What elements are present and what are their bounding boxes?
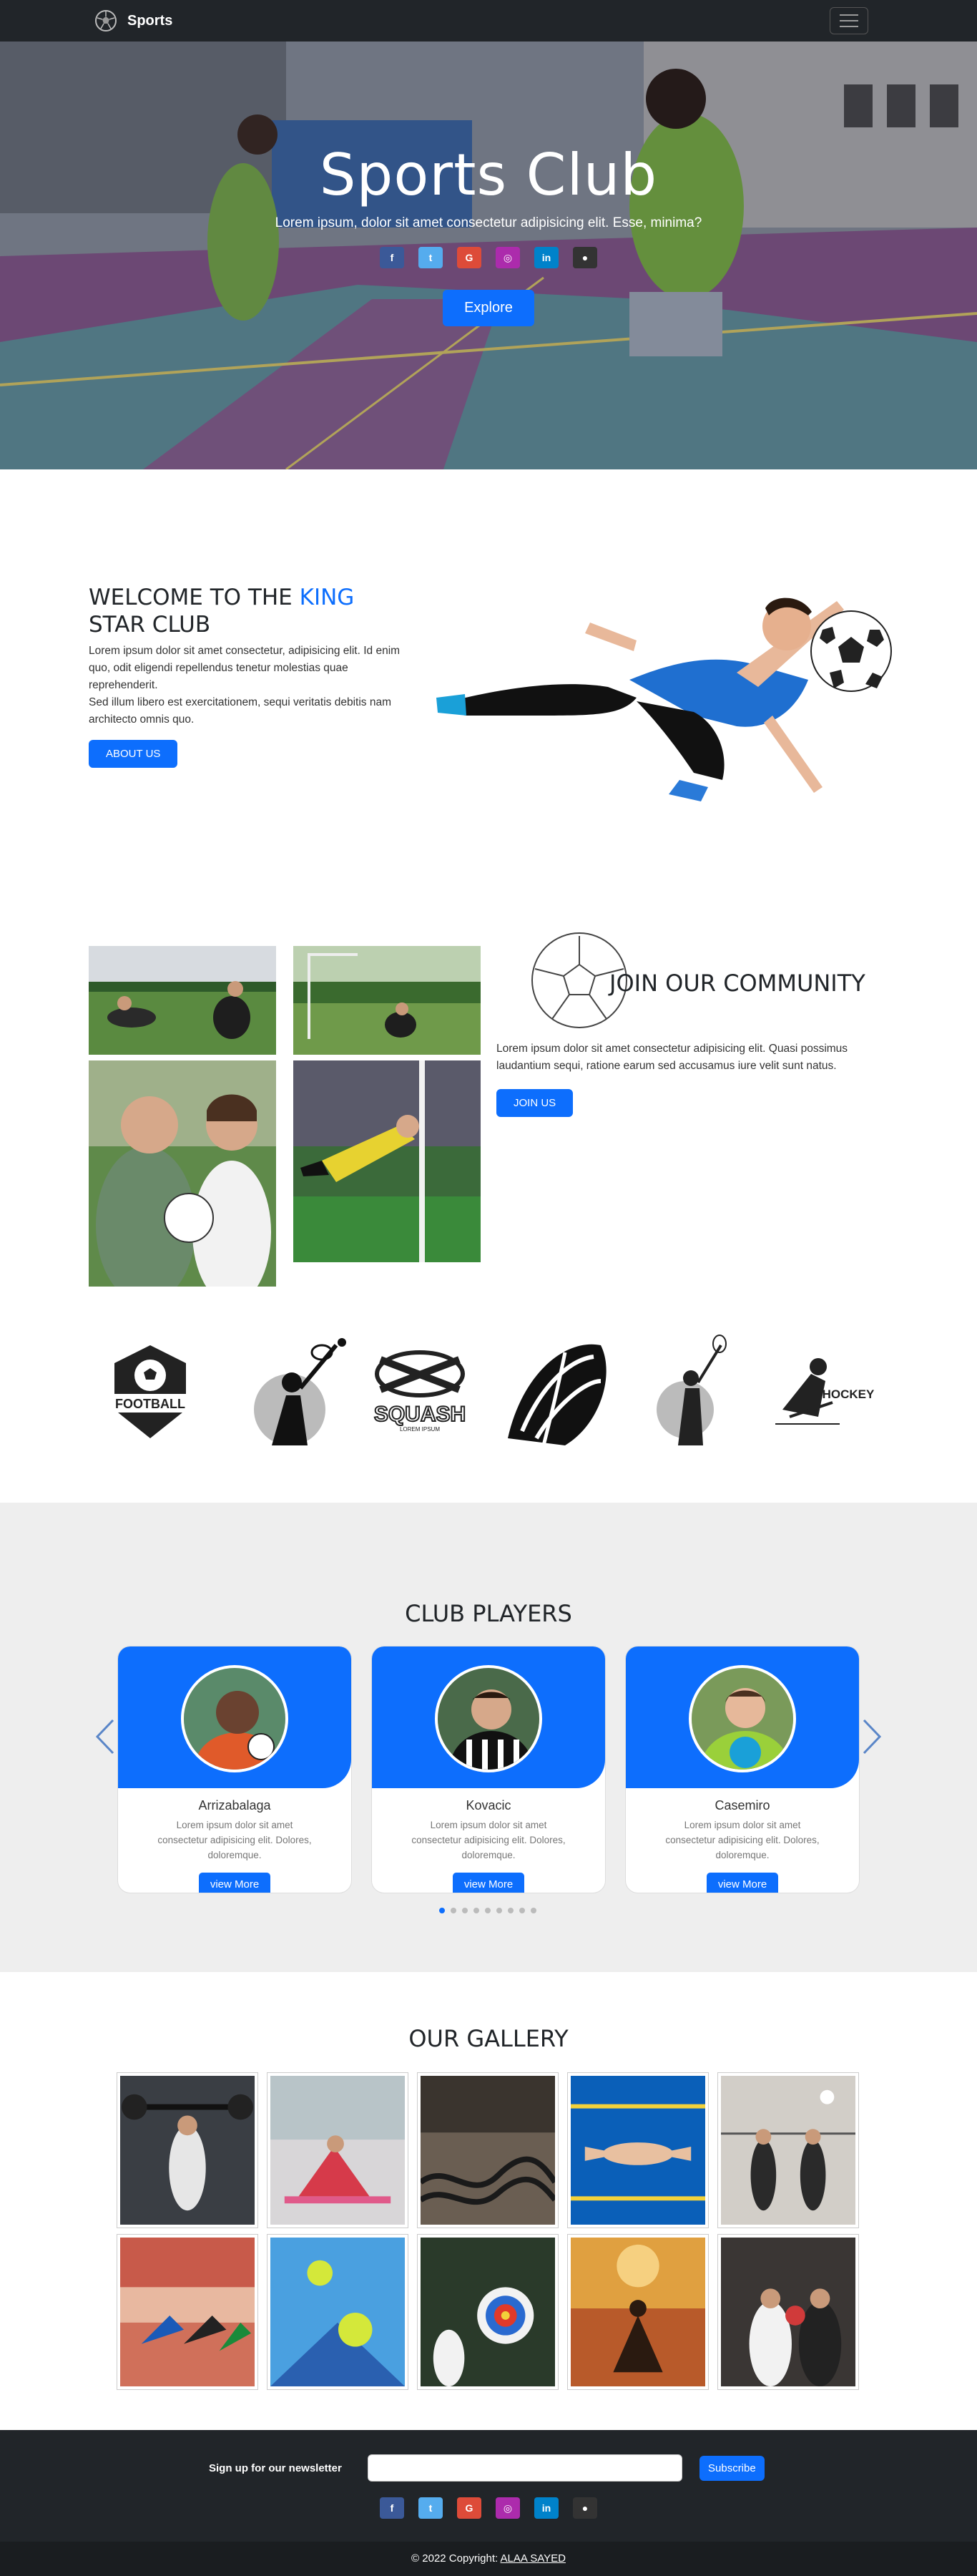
gallery-title: OUR GALLERY xyxy=(408,2025,569,2052)
gallery-image-weightlifting[interactable] xyxy=(117,2072,258,2228)
copyright-link[interactable]: ALAA SAYED xyxy=(501,2552,566,2565)
hero-subtitle: Lorem ipsum, dolor sit amet consectetur … xyxy=(275,215,702,230)
footer-social-row: f t G ◎ in ● xyxy=(0,2497,977,2519)
gallery-image-volleyball[interactable] xyxy=(717,2072,859,2228)
welcome-title-accent: KING xyxy=(299,585,355,610)
facebook-icon[interactable]: f xyxy=(380,2497,404,2519)
twitter-icon[interactable]: t xyxy=(418,2497,443,2519)
facebook-icon[interactable]: f xyxy=(380,247,404,268)
community-photo-coach xyxy=(89,1060,276,1287)
newsletter-label: Sign up for our newsletter xyxy=(209,2462,342,2474)
community-section: JOIN OUR COMMUNITY Lorem ipsum dolor sit… xyxy=(496,930,883,1117)
hero-section: Sports Club Lorem ipsum, dolor sit amet … xyxy=(0,42,977,469)
gallery-image-battle-ropes[interactable] xyxy=(417,2072,559,2228)
player-photo xyxy=(181,1665,288,1772)
linkedin-icon[interactable]: in xyxy=(534,2497,559,2519)
player-description: Lorem ipsum dolor sit amet consectetur a… xyxy=(665,1820,820,1860)
gallery-image-boxing[interactable] xyxy=(717,2234,859,2390)
view-more-button[interactable]: view More xyxy=(198,1873,271,1893)
carousel-dot[interactable] xyxy=(485,1908,491,1913)
hockey-logo: HOCKEY xyxy=(775,1358,875,1425)
player-photo xyxy=(689,1665,796,1772)
player-card-arrizabalaga: Arrizabalaga Lorem ipsum dolor sit amet … xyxy=(117,1646,352,1893)
welcome-paragraph-1: Lorem ipsum dolor sit amet consectetur, … xyxy=(89,645,401,691)
welcome-paragraph-2: Sed illum libero est exercitationem, seq… xyxy=(89,696,391,726)
player-name: Casemiro xyxy=(715,1798,770,1813)
player-card-casemiro: Casemiro Lorem ipsum dolor sit amet cons… xyxy=(625,1646,860,1893)
sports-logos-row: FOOTBALL SQUASH LOREM IPSUM HOCKEY xyxy=(100,1331,887,1453)
carousel-next-arrow[interactable] xyxy=(861,1717,883,1756)
player-photo xyxy=(435,1665,542,1772)
carousel-dot[interactable] xyxy=(439,1908,445,1913)
linkedin-icon[interactable]: in xyxy=(534,247,559,268)
squash-logo: SQUASH LOREM IPSUM xyxy=(373,1350,466,1433)
players-title: CLUB PLAYERS xyxy=(405,1600,572,1627)
football-logo-text: FOOTBALL xyxy=(115,1397,185,1411)
carousel-dot[interactable] xyxy=(519,1908,525,1913)
football-logo: FOOTBALL xyxy=(110,1345,190,1438)
google-icon[interactable]: G xyxy=(457,247,481,268)
basketball-logo xyxy=(508,1344,607,1446)
github-icon[interactable]: ● xyxy=(573,2497,597,2519)
hero-title: Sports Club xyxy=(319,142,658,208)
google-icon[interactable]: G xyxy=(457,2497,481,2519)
player-card-kovacic: Kovacic Lorem ipsum dolor sit amet conse… xyxy=(371,1646,606,1893)
twitter-icon[interactable]: t xyxy=(418,247,443,268)
carousel-prev-arrow[interactable] xyxy=(94,1717,116,1756)
welcome-title: WELCOME TO THE KING STAR CLUB xyxy=(89,585,355,638)
gallery-image-tennis[interactable] xyxy=(267,2234,408,2390)
carousel-indicators xyxy=(439,1908,536,1913)
about-us-button[interactable]: ABOUT US xyxy=(89,740,178,768)
newsletter-form: Sign up for our newsletter Subscribe xyxy=(209,2454,765,2482)
gallery-image-swimming[interactable] xyxy=(567,2072,709,2228)
tennis-player-logo xyxy=(657,1335,727,1445)
copyright-text: © 2022 Copyright: xyxy=(411,2552,501,2565)
carousel-dot[interactable] xyxy=(496,1908,502,1913)
footer: Sign up for our newsletter Subscribe ftG… xyxy=(0,2430,977,2542)
player-description: Lorem ipsum dolor sit amet consectetur a… xyxy=(157,1820,312,1860)
gallery-image-meditation[interactable] xyxy=(567,2234,709,2390)
hockey-logo-text: HOCKEY xyxy=(823,1387,875,1401)
player-description: Lorem ipsum dolor sit amet consectetur a… xyxy=(411,1820,566,1860)
hero-content: Sports Club Lorem ipsum, dolor sit amet … xyxy=(0,142,977,326)
hero-social-row: f t G ◎ in ● xyxy=(0,247,977,268)
github-icon[interactable]: ● xyxy=(573,247,597,268)
player-name: Arrizabalaga xyxy=(198,1798,271,1813)
player-name: Kovacic xyxy=(466,1798,511,1813)
carousel-dot[interactable] xyxy=(508,1908,514,1913)
gallery-image-archery[interactable] xyxy=(417,2234,559,2390)
subscribe-button[interactable]: Subscribe xyxy=(699,2455,765,2481)
carousel-dot[interactable] xyxy=(462,1908,468,1913)
squash-logo-subtext: LOREM IPSUM xyxy=(400,1426,440,1433)
soccer-ball-icon xyxy=(95,10,117,31)
community-photo-stretching xyxy=(89,946,276,1055)
newsletter-email-input[interactable] xyxy=(368,2454,682,2482)
navbar: Sports xyxy=(0,0,977,42)
community-title: JOIN OUR COMMUNITY xyxy=(609,970,865,997)
hamburger-icon[interactable] xyxy=(830,7,868,34)
explore-button[interactable]: Explore xyxy=(443,290,534,326)
gallery-image-yoga[interactable] xyxy=(267,2072,408,2228)
brand-name: Sports xyxy=(127,12,173,29)
tennis-logo xyxy=(254,1338,346,1445)
carousel-dot[interactable] xyxy=(451,1908,456,1913)
instagram-icon[interactable]: ◎ xyxy=(496,2497,520,2519)
instagram-icon[interactable]: ◎ xyxy=(496,247,520,268)
community-photo-goalkeeper xyxy=(293,1060,481,1262)
gallery-image-running[interactable] xyxy=(117,2234,258,2390)
squash-logo-text: SQUASH xyxy=(374,1402,466,1426)
carousel-dot[interactable] xyxy=(473,1908,479,1913)
welcome-section: WELCOME TO THE KING STAR CLUB Lorem ipsu… xyxy=(89,584,418,768)
view-more-button[interactable]: view More xyxy=(452,1873,525,1893)
community-photo-training xyxy=(293,946,481,1055)
join-us-button[interactable]: JOIN US xyxy=(496,1089,574,1117)
copyright-bar: © 2022 Copyright: ALAA SAYED xyxy=(0,2542,977,2576)
community-paragraph: Lorem ipsum dolor sit amet consectetur a… xyxy=(496,1043,848,1072)
carousel-dot[interactable] xyxy=(531,1908,536,1913)
brand[interactable]: Sports xyxy=(94,9,172,32)
view-more-button[interactable]: view More xyxy=(706,1873,779,1893)
soccer-player-image xyxy=(436,597,892,801)
